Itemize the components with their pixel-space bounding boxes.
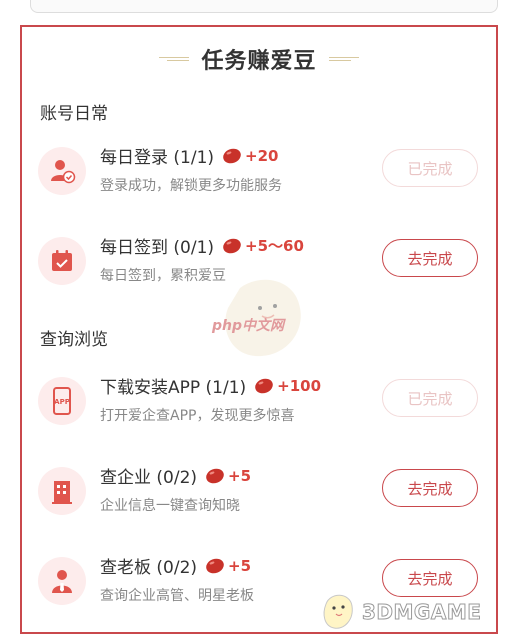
top-bar-inner [30, 0, 498, 13]
red-bean-icon [206, 468, 224, 483]
mascot-icon [323, 594, 353, 629]
task-name: 下载安装APP (1/1) +100 [100, 373, 322, 399]
task-name-text: 下载安装APP (1/1) [100, 378, 247, 398]
top-bar [0, 0, 516, 22]
title-deco-left [149, 55, 190, 63]
building-icon [38, 467, 86, 515]
section-title-query-browse: 查询浏览 [40, 330, 108, 350]
php-watermark: php中文网 [200, 268, 330, 368]
task-daily-login: 每日登录 (1/1) +20 登录成功，解锁更多功能服务 已完成 [38, 143, 488, 209]
3dmgame-watermark-text: 3DMGAME [361, 600, 482, 625]
go-complete-button[interactable]: 去完成 [382, 239, 478, 277]
task-query-company: 查企业 (0/2) +5 企业信息一键查询知晓 去完成 [38, 463, 488, 529]
section-title-account-daily: 账号日常 [40, 104, 108, 124]
task-name-text: 查老板 (0/2) [100, 558, 198, 578]
task-name: 查企业 (0/2) +5 [100, 463, 252, 489]
reward-amount: +5～60 [245, 237, 304, 255]
task-name: 每日签到 (0/1) +5～60 [100, 233, 304, 258]
completed-button[interactable]: 已完成 [382, 379, 478, 417]
red-bean-icon [223, 238, 241, 253]
completed-button[interactable]: 已完成 [382, 149, 478, 187]
task-install-app: APP 下载安装APP (1/1) +100 打开爱企查APP，发现更多惊喜 已… [38, 373, 488, 439]
task-description: 企业信息一键查询知晓 [100, 498, 240, 514]
task-name-text: 每日登录 (1/1) [100, 148, 215, 168]
reward-amount: +5 [228, 556, 252, 575]
task-name-text: 查企业 (0/2) [100, 468, 198, 488]
red-bean-icon [223, 148, 241, 163]
task-description: 查询企业高管、明星老板 [100, 588, 254, 604]
user-check-icon [38, 147, 86, 195]
task-name: 查老板 (0/2) +5 [100, 553, 252, 579]
3dmgame-watermark: 3DMGAME [318, 588, 508, 636]
page-title: 任务赚爱豆 [201, 49, 317, 74]
app-phone-icon: APP [38, 377, 86, 425]
task-description: 打开爱企查APP，发现更多惊喜 [100, 408, 295, 424]
reward-amount: +20 [245, 146, 279, 165]
task-name: 每日登录 (1/1) +20 [100, 143, 279, 169]
task-name-text: 每日签到 (0/1) [100, 238, 215, 258]
red-bean-icon [255, 378, 273, 393]
title-row: 任务赚爱豆 [22, 41, 496, 77]
red-bean-icon [206, 558, 224, 573]
calendar-check-icon [38, 237, 86, 285]
task-description: 登录成功，解锁更多功能服务 [100, 178, 282, 194]
reward-amount: +100 [277, 376, 322, 395]
go-complete-button[interactable]: 去完成 [382, 469, 478, 507]
svg-text:APP: APP [54, 398, 70, 406]
php-watermark-text: php中文网 [211, 317, 286, 334]
reward-amount: +5 [228, 466, 252, 485]
boss-icon [38, 557, 86, 605]
title-deco-right [328, 55, 369, 63]
